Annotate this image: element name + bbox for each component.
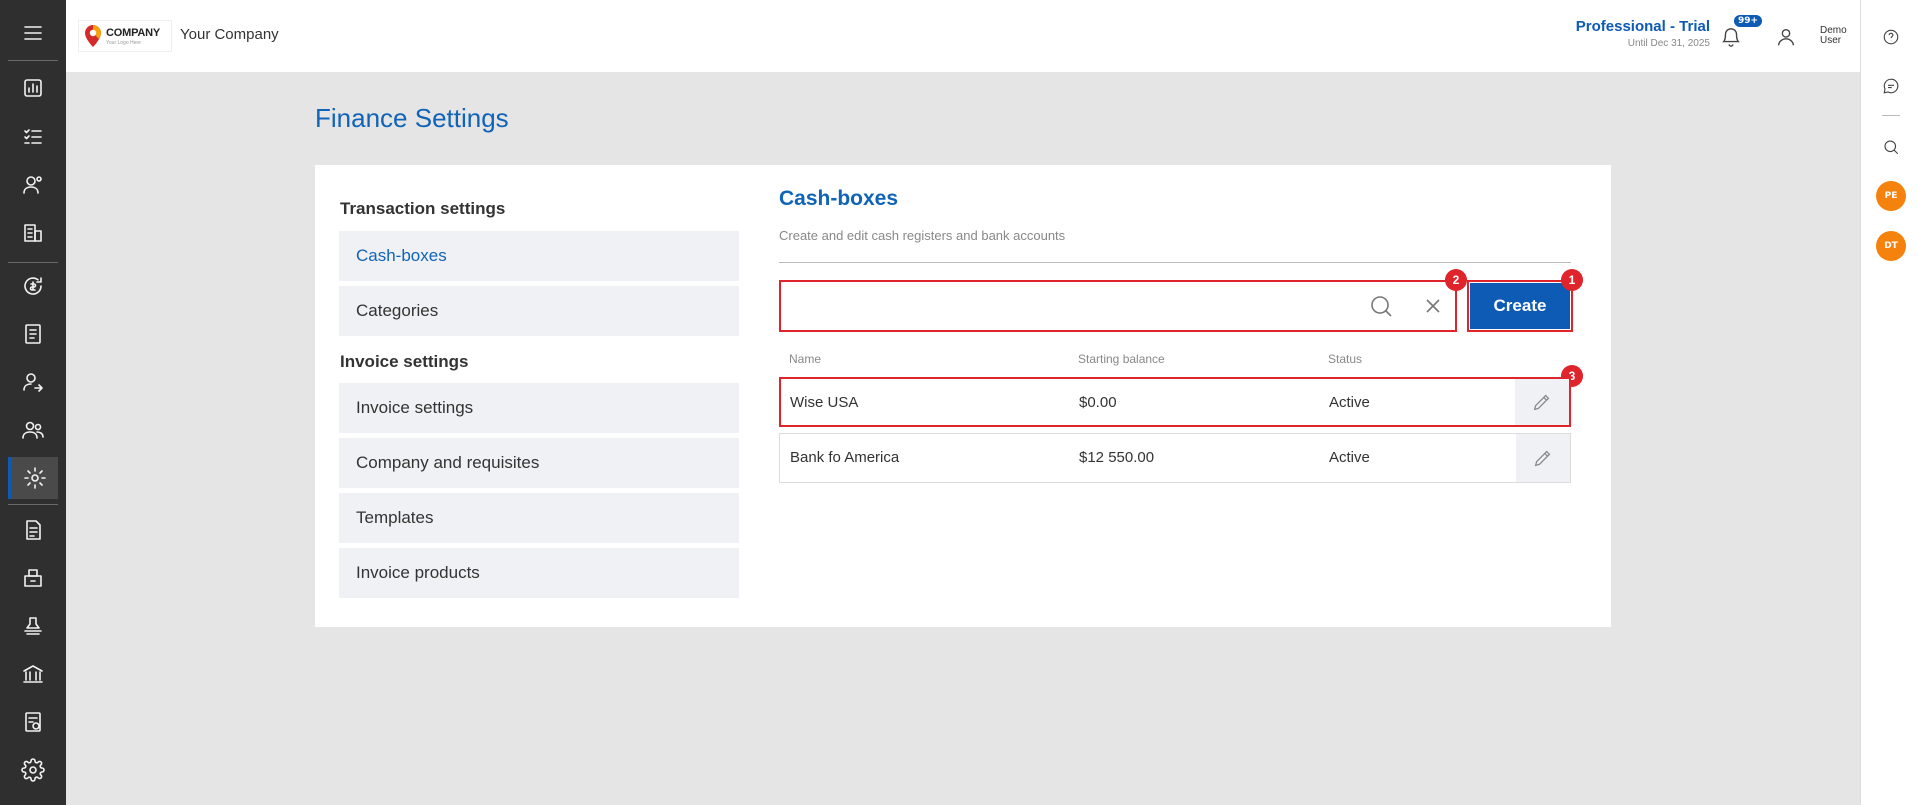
- invoice-settings-heading: Invoice settings: [340, 352, 469, 371]
- settings-icon[interactable]: [8, 749, 58, 791]
- menu-item-categories[interactable]: Categories: [339, 286, 739, 336]
- left-sidebar: [0, 0, 66, 805]
- search-box: [779, 280, 1457, 332]
- logo-tagline: Your Logo Here: [106, 39, 141, 46]
- right-rail: PE DT: [1860, 0, 1919, 805]
- table-header: Name Starting balance Status: [779, 352, 1571, 372]
- search-icon[interactable]: [1369, 294, 1395, 320]
- search-icon[interactable]: [1878, 134, 1904, 160]
- callout-1: 1: [1561, 269, 1583, 291]
- team-icon[interactable]: [8, 409, 58, 451]
- invoice-icon[interactable]: [8, 509, 58, 551]
- user-name[interactable]: Demo User: [1820, 26, 1847, 46]
- column-starting-balance: Starting balance: [1078, 352, 1165, 366]
- column-status: Status: [1328, 352, 1363, 366]
- ledger-icon[interactable]: [8, 313, 58, 355]
- rail-divider: [1882, 115, 1900, 116]
- notifications-badge: 99+: [1733, 14, 1764, 28]
- user-avatar-icon[interactable]: [1771, 22, 1801, 52]
- plan-expiry: Until Dec 31, 2025: [1627, 38, 1710, 49]
- avatar-pe[interactable]: PE: [1876, 181, 1906, 211]
- table-row[interactable]: Bank fo America $12 550.00 Active: [779, 433, 1571, 483]
- stamp-icon[interactable]: [8, 605, 58, 647]
- top-bar: COMPANY Your Logo Here Your Company Prof…: [66, 0, 1860, 72]
- callout-2: 2: [1445, 269, 1467, 291]
- create-button[interactable]: Create: [1467, 280, 1573, 332]
- sidebar-divider: [8, 60, 58, 61]
- chat-icon[interactable]: [1878, 73, 1904, 99]
- menu-item-cash-boxes[interactable]: Cash-boxes: [339, 231, 739, 281]
- row-balance: $12 550.00: [1079, 449, 1155, 466]
- bank-icon[interactable]: [8, 653, 58, 695]
- logo-name: COMPANY: [106, 26, 161, 39]
- inventory-icon[interactable]: [8, 557, 58, 599]
- row-name: Wise USA: [790, 394, 859, 411]
- row-status: Active: [1329, 449, 1370, 466]
- page-title: Finance Settings: [315, 103, 509, 133]
- cash-boxes-title: Cash-boxes: [779, 187, 899, 210]
- logo-pin-icon: [85, 25, 101, 47]
- transaction-settings-heading: Transaction settings: [340, 199, 506, 218]
- edit-pencil-icon[interactable]: [1515, 379, 1569, 425]
- create-button-label: Create: [1470, 283, 1570, 329]
- edit-pencil-icon[interactable]: [1516, 434, 1570, 482]
- tasks-icon[interactable]: [8, 116, 58, 158]
- row-name: Bank fo America: [790, 449, 900, 466]
- menu-icon[interactable]: [8, 12, 58, 54]
- avatar-dt[interactable]: DT: [1876, 231, 1906, 261]
- companies-icon[interactable]: [8, 212, 58, 254]
- search-input[interactable]: [787, 288, 1347, 324]
- reports-icon[interactable]: [8, 701, 58, 743]
- table-row[interactable]: Wise USA $0.00 Active: [779, 377, 1571, 427]
- column-name: Name: [789, 352, 822, 366]
- sidebar-divider: [8, 504, 58, 505]
- menu-item-templates[interactable]: Templates: [339, 493, 739, 543]
- menu-item-company-requisites[interactable]: Company and requisites: [339, 438, 739, 488]
- client-icon[interactable]: [8, 361, 58, 403]
- clear-icon[interactable]: [1421, 294, 1447, 320]
- subscription-plan[interactable]: Professional - Trial Until Dec 31, 2025: [1576, 18, 1710, 49]
- menu-item-invoice-products[interactable]: Invoice products: [339, 548, 739, 598]
- cash-boxes-subtitle: Create and edit cash registers and bank …: [779, 228, 1066, 243]
- help-icon[interactable]: [1878, 24, 1904, 50]
- panel-divider: [779, 262, 1571, 263]
- sidebar-divider: [8, 262, 58, 263]
- finance-settings-icon[interactable]: [8, 457, 58, 499]
- menu-item-invoice-settings[interactable]: Invoice settings: [339, 383, 739, 433]
- contacts-icon[interactable]: [8, 164, 58, 206]
- company-name: Your Company: [180, 26, 279, 43]
- row-status: Active: [1329, 394, 1370, 411]
- plan-name: Professional - Trial: [1575, 18, 1710, 35]
- finance-icon[interactable]: [8, 265, 58, 307]
- dashboard-icon[interactable]: [8, 67, 58, 109]
- settings-card: Transaction settings Cash-boxes Categori…: [315, 165, 1611, 627]
- company-logo[interactable]: COMPANY Your Logo Here: [78, 20, 172, 52]
- row-balance: $0.00: [1079, 394, 1117, 411]
